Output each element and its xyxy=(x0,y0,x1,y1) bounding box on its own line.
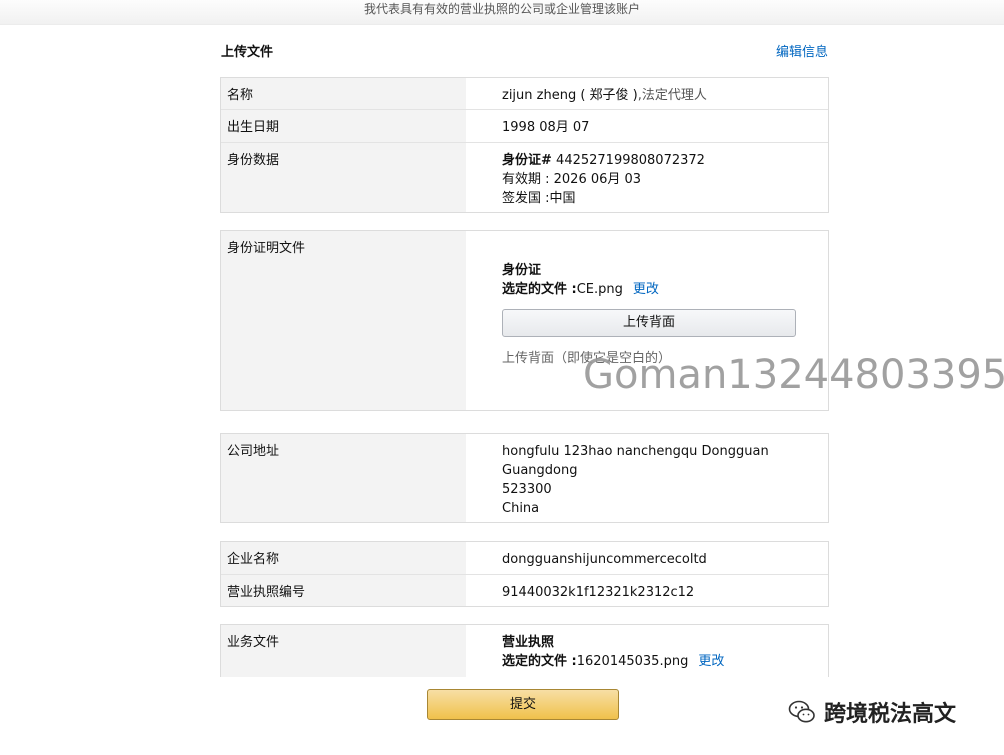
id-selected-prefix: 选定的文件 : xyxy=(502,282,577,297)
business-docs-row: 业务文件 营业执照 选定的文件 :1620145035.png 更改 xyxy=(221,625,828,685)
top-notice-text: 我代表具有有效的营业执照的公司或企业管理该账户 xyxy=(363,2,640,16)
address-value: hongfulu 123hao nanchengqu Dongguan Guan… xyxy=(466,434,828,522)
brand-badge: 跨境税法高文 xyxy=(788,697,956,727)
name-text: zijun zheng ( 郑子俊 ) xyxy=(502,88,638,103)
section-title: 上传文件 xyxy=(221,45,274,60)
dob-value: 1998 08月 07 xyxy=(502,120,590,135)
dob-row: 出生日期 1998 08月 07 xyxy=(221,110,828,143)
business-doc-type: 营业执照 xyxy=(502,635,555,650)
business-docs-value: 营业执照 选定的文件 :1620145035.png 更改 xyxy=(466,625,828,685)
id-proof-label: 身份证明文件 xyxy=(221,231,466,410)
license-label: 营业执照编号 xyxy=(221,575,466,606)
id-data-label: 身份数据 xyxy=(221,143,466,212)
name-label: 名称 xyxy=(221,78,466,109)
id-number-prefix: 身份证# xyxy=(502,153,552,168)
name-row: 名称 zijun zheng ( 郑子俊 ),法定代理人 xyxy=(221,78,828,110)
id-country: 签发国 :中国 xyxy=(502,191,576,206)
brand-text: 跨境税法高文 xyxy=(824,702,957,727)
company-name-value: dongguanshijuncommercecoltd xyxy=(502,552,707,567)
id-selected-file-line: 选定的文件 :CE.png 更改 xyxy=(502,280,818,299)
address-label: 公司地址 xyxy=(221,434,466,522)
address-row: 公司地址 hongfulu 123hao nanchengqu Dongguan… xyxy=(221,434,828,522)
top-notice-bar: 我代表具有有效的营业执照的公司或企业管理该账户 xyxy=(0,0,1004,25)
license-value: 91440032k1f12321k2312c12 xyxy=(502,585,695,600)
business-docs-card: 业务文件 营业执照 选定的文件 :1620145035.png 更改 xyxy=(220,624,829,685)
address-line1: hongfulu 123hao nanchengqu Dongguan xyxy=(502,444,769,459)
identity-card: 名称 zijun zheng ( 郑子俊 ),法定代理人 出生日期 1998 0… xyxy=(220,77,829,213)
business-change-link[interactable]: 更改 xyxy=(698,654,724,669)
dob-label: 出生日期 xyxy=(221,110,466,142)
id-change-link[interactable]: 更改 xyxy=(633,282,659,297)
company-card: 企业名称 dongguanshijuncommercecoltd 营业执照编号 … xyxy=(220,541,829,607)
license-row: 营业执照编号 91440032k1f12321k2312c12 xyxy=(221,575,828,606)
address-line3: 523300 xyxy=(502,482,552,497)
submit-button[interactable]: 提交 xyxy=(427,689,619,720)
business-selected-file-line: 选定的文件 :1620145035.png 更改 xyxy=(502,652,818,671)
id-number-line: 身份证# 442527199808072372 xyxy=(502,151,818,170)
id-data-row: 身份数据 身份证# 442527199808072372 有效期 : 2026 … xyxy=(221,143,828,212)
id-number: 442527199808072372 xyxy=(556,153,705,168)
address-line4: China xyxy=(502,501,540,516)
name-role: ,法定代理人 xyxy=(637,88,707,103)
name-value: zijun zheng ( 郑子俊 ),法定代理人 xyxy=(466,78,828,109)
business-docs-label: 业务文件 xyxy=(221,625,466,685)
company-name-label: 企业名称 xyxy=(221,542,466,574)
id-expiry: 有效期 : 2026 06月 03 xyxy=(502,172,642,187)
address-card: 公司地址 hongfulu 123hao nanchengqu Dongguan… xyxy=(220,433,829,523)
address-line2: Guangdong xyxy=(502,463,578,478)
id-doc-type: 身份证 xyxy=(502,263,542,278)
edit-info-link[interactable]: 编辑信息 xyxy=(776,41,828,60)
wechat-icon xyxy=(788,700,815,723)
company-name-row: 企业名称 dongguanshijuncommercecoltd xyxy=(221,542,828,575)
business-selected-prefix: 选定的文件 : xyxy=(502,654,577,669)
upload-back-button[interactable]: 上传背面 xyxy=(502,309,796,337)
watermark-text: Goman13244803395 xyxy=(583,352,1004,398)
business-selected-file: 1620145035.png xyxy=(576,654,689,669)
id-selected-file: CE.png xyxy=(576,282,623,297)
id-data-value: 身份证# 442527199808072372 有效期 : 2026 06月 0… xyxy=(466,143,828,212)
